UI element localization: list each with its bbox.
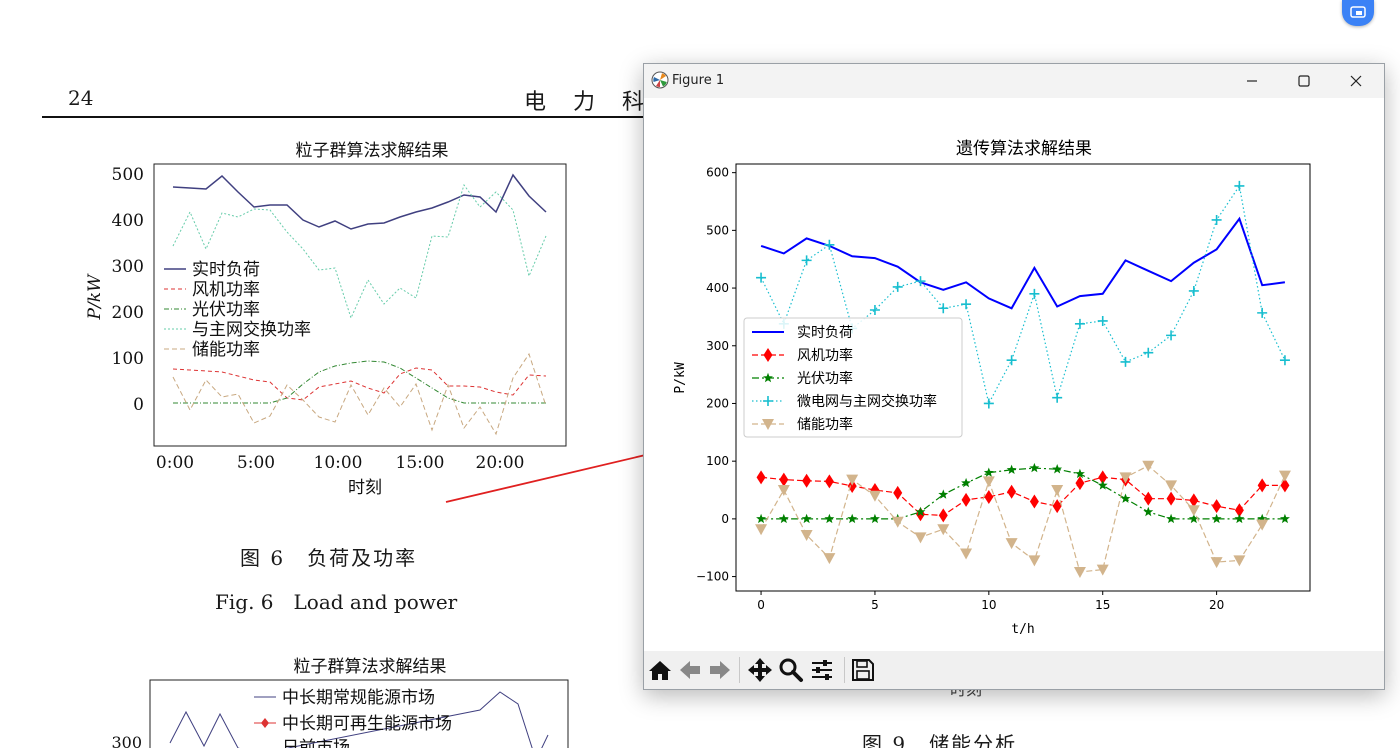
x-axis-label: t/h xyxy=(1011,622,1034,637)
bg-chart2-title: 粒子群算法求解结果 xyxy=(294,657,447,677)
y-tick-label: 200 xyxy=(706,396,729,410)
x-tick-label: 15 xyxy=(1095,598,1110,612)
legend-frame xyxy=(743,317,963,438)
configure-subplots-button[interactable] xyxy=(807,655,837,685)
navigation-toolbar xyxy=(644,651,1384,689)
bg-chart2-ytick: 300 xyxy=(111,733,142,748)
toolbar-separator xyxy=(844,657,845,683)
figure-canvas[interactable]: 遗传算法求解结果 −100 0 100 200 300 400 500 600 0 5 10 15 2… xyxy=(644,98,1384,651)
x-tick-label: 0 xyxy=(757,598,765,612)
save-button[interactable] xyxy=(848,655,878,685)
bg-legend: 储能功率 xyxy=(192,340,260,360)
back-arrow-icon xyxy=(680,661,700,679)
bg-chart2-legend: 中长期可再生能源市场 xyxy=(282,714,452,734)
pan-icon xyxy=(748,658,772,682)
home-icon xyxy=(649,661,671,680)
legend: 实时负荷风机功率光伏功率微电网与主网交换功率储能功率 xyxy=(743,317,963,438)
legend-label: 实时负荷 xyxy=(797,325,853,341)
window-title: Figure 1 xyxy=(672,73,725,88)
y-tick-label: 100 xyxy=(706,454,729,468)
legend-label: 风机功率 xyxy=(797,347,853,364)
legend-label: 微电网与主网交换功率 xyxy=(797,393,937,410)
close-button[interactable] xyxy=(1330,64,1382,98)
minimize-icon xyxy=(1247,80,1257,82)
y-tick-label: 300 xyxy=(706,339,729,353)
y-axis-label: P/kW xyxy=(673,362,688,393)
bg-legend: 实时负荷 xyxy=(192,260,260,280)
background-chart-market: 粒子群算法求解结果 300 中长期常规能源市场 中长期可再生能源市场 日前市场 xyxy=(111,657,569,748)
save-icon xyxy=(852,659,874,681)
x-tick-label: 20 xyxy=(1209,598,1224,612)
configure-subplots-icon xyxy=(812,660,832,680)
figure-9-caption-cn: 图 9 储能分析 xyxy=(862,732,1018,748)
bg-xtick: 5:00 xyxy=(237,453,275,473)
bg-chart2-legend: 中长期常规能源市场 xyxy=(282,688,435,708)
header-rule xyxy=(42,116,662,118)
forward-button[interactable] xyxy=(705,655,735,685)
y-tick-label: 400 xyxy=(706,281,729,295)
bg-xlabel: 时刻 xyxy=(348,478,382,498)
window-titlebar[interactable]: Figure 1 xyxy=(644,64,1384,98)
legend-label: 光伏功率 xyxy=(797,370,853,387)
bg-ytick: 0 xyxy=(133,395,144,415)
bg-xtick: 0:00 xyxy=(156,453,194,473)
maximize-icon xyxy=(1298,75,1310,87)
home-button[interactable] xyxy=(645,655,675,685)
figure-6-caption-cn: 图 6 负荷及功率 xyxy=(240,546,418,570)
legend-label: 储能功率 xyxy=(797,416,853,433)
back-button[interactable] xyxy=(675,655,705,685)
figure-6-caption-en: Fig. 6 Load and power xyxy=(215,590,458,614)
bg-ytick: 200 xyxy=(112,303,144,323)
floating-app-badge[interactable] xyxy=(1342,0,1374,26)
bg-legend: 风机功率 xyxy=(192,280,260,300)
y-tick-label: 500 xyxy=(706,223,729,237)
close-icon xyxy=(1350,75,1362,87)
toolbar-separator xyxy=(739,657,740,683)
figure-window[interactable]: Figure 1 遗传算法求解结果 −100 0 100 200 300 400 500 60… xyxy=(643,63,1385,690)
bg-xtick: 10:00 xyxy=(314,453,363,473)
forward-arrow-icon xyxy=(710,661,730,679)
minimize-button[interactable] xyxy=(1226,64,1278,98)
bg-ytick: 500 xyxy=(112,165,144,185)
zoom-icon xyxy=(779,658,803,682)
bg-ylabel: P/kW xyxy=(85,273,105,320)
page-number: 24 xyxy=(68,86,94,110)
bg-chart-title: 粒子群算法求解结果 xyxy=(296,141,449,161)
pan-button[interactable] xyxy=(745,655,775,685)
bg-legend: 与主网交换功率 xyxy=(192,320,311,340)
bg-chart2-legend: 日前市场 xyxy=(282,738,350,748)
screen-share-icon xyxy=(1350,6,1366,18)
y-tick-label: −100 xyxy=(696,570,729,584)
bg-ytick: 300 xyxy=(112,257,144,277)
bg-xtick: 15:00 xyxy=(396,453,445,473)
bg-legend: 光伏功率 xyxy=(192,300,260,320)
y-tick-label: 600 xyxy=(706,166,729,180)
y-tick-label: 0 xyxy=(721,512,729,526)
bg-ytick: 100 xyxy=(112,349,144,369)
annotation-arrow xyxy=(445,448,664,503)
x-tick-label: 5 xyxy=(871,598,879,612)
matplotlib-icon xyxy=(651,71,669,93)
zoom-button[interactable] xyxy=(776,655,806,685)
bg-ytick: 400 xyxy=(112,211,144,231)
x-tick-label: 10 xyxy=(981,598,996,612)
chart-title: 遗传算法求解结果 xyxy=(956,139,1092,159)
maximize-button[interactable] xyxy=(1278,64,1330,98)
